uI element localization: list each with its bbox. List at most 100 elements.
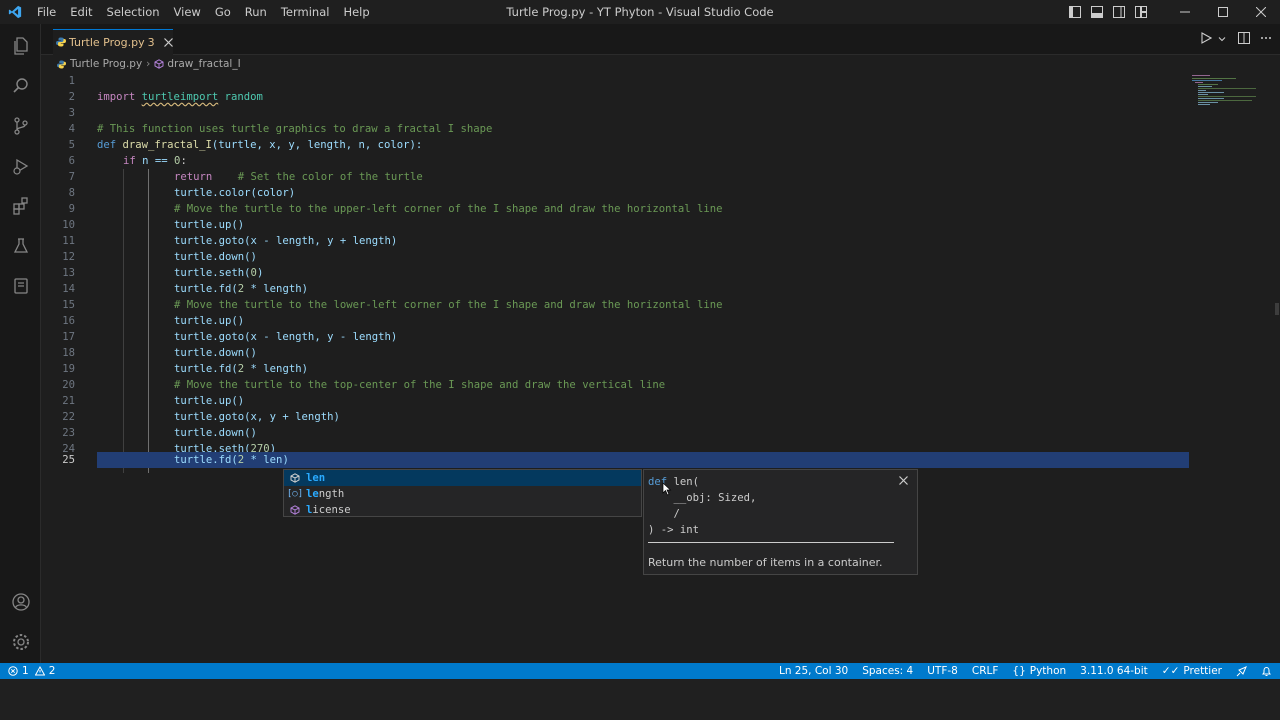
- chevron-right-icon: ›: [146, 58, 151, 70]
- cursor-position[interactable]: Ln 25, Col 30: [779, 665, 848, 677]
- breadcrumb-symbol[interactable]: draw_fractal_I: [167, 58, 240, 70]
- braces-icon: {}: [1012, 665, 1026, 677]
- tab-label: Turtle Prog.py: [69, 36, 145, 49]
- run-python-file-icon[interactable]: [1200, 31, 1213, 47]
- run-debug-icon[interactable]: [0, 146, 41, 186]
- title-bar: File Edit Selection View Go Run Terminal…: [0, 0, 1280, 24]
- code-line: 12 turtle.down(): [62, 251, 257, 263]
- code-line: 8 turtle.color(color): [68, 187, 296, 199]
- menu-selection[interactable]: Selection: [100, 0, 167, 24]
- code-line: 9 # Move the turtle to the upper-left cor…: [68, 203, 723, 215]
- doc-text: Return the number of items in a containe…: [648, 556, 883, 569]
- code-line: 14 turtle.fd(2 * length): [62, 283, 308, 295]
- function-symbol-icon: [289, 472, 301, 484]
- code-line: 5 def draw_fractal_I(turtle, x, y, length…: [68, 139, 423, 151]
- customize-layout-icon[interactable]: [1130, 0, 1152, 24]
- code-line-current: 25 turtle.fd(2 * len): [62, 454, 289, 466]
- prettier-status[interactable]: ✓✓ Prettier: [1162, 665, 1222, 677]
- source-control-icon[interactable]: [0, 106, 41, 146]
- warning-icon: [34, 666, 45, 676]
- menu-bar: File Edit Selection View Go Run Terminal…: [30, 0, 377, 24]
- suggest-details: def len( __obj: Sized, / ) -> int Return…: [643, 469, 918, 575]
- code-line: 22 turtle.goto(x, y + length): [62, 411, 340, 423]
- warning-count: 2: [48, 665, 56, 677]
- menu-view[interactable]: View: [167, 0, 208, 24]
- close-window-icon[interactable]: [1242, 0, 1280, 24]
- suggest-widget: len [○] le ngth l icense: [283, 469, 642, 517]
- code-line: 11 turtle.goto(x - length, y + length): [62, 235, 398, 247]
- chevron-down-icon[interactable]: [1218, 32, 1226, 46]
- remote-explorer-icon[interactable]: [0, 266, 41, 306]
- maximize-icon[interactable]: [1204, 0, 1242, 24]
- minimize-icon[interactable]: [1166, 0, 1204, 24]
- code-line: 6 if n == 0:: [68, 155, 187, 167]
- code-line: 13 turtle.seth(0): [62, 267, 264, 279]
- mouse-cursor-icon: [662, 482, 672, 499]
- testing-icon[interactable]: [0, 226, 41, 266]
- tab-turtle-prog[interactable]: Turtle Prog.py 3: [53, 29, 173, 55]
- taskbar-area: [0, 679, 1280, 720]
- menu-go[interactable]: Go: [208, 0, 238, 24]
- divider: [648, 542, 894, 543]
- code-line: 15 # Move the turtle to the lower-left co…: [62, 299, 723, 311]
- double-check-icon: ✓✓: [1161, 665, 1180, 677]
- python-file-icon: [56, 36, 66, 50]
- close-details-icon[interactable]: [899, 474, 911, 486]
- code-line: 19 turtle.fd(2 * length): [62, 363, 308, 375]
- code-line: 18 turtle.down(): [62, 347, 257, 359]
- code-line: 23 turtle.down(): [62, 427, 257, 439]
- extensions-icon[interactable]: [0, 186, 41, 226]
- toggle-primary-sidebar-icon[interactable]: [1064, 0, 1086, 24]
- breadcrumb-file[interactable]: Turtle Prog.py: [70, 58, 142, 70]
- error-icon: [8, 666, 18, 676]
- minimap[interactable]: [1192, 73, 1264, 133]
- search-icon[interactable]: [0, 66, 41, 106]
- editor-scrollbar[interactable]: [1272, 73, 1280, 663]
- accounts-icon[interactable]: [0, 582, 41, 622]
- class-symbol-icon: [289, 504, 301, 516]
- suggestion-item[interactable]: len: [284, 470, 641, 486]
- breadcrumb: Turtle Prog.py › draw_fractal_I: [41, 55, 1191, 73]
- tab-bar: Turtle Prog.py 3: [41, 24, 1280, 55]
- menu-help[interactable]: Help: [336, 0, 376, 24]
- problems-status[interactable]: 1 2: [0, 665, 55, 677]
- menu-edit[interactable]: Edit: [63, 0, 99, 24]
- code-line: 1: [68, 75, 75, 87]
- python-interpreter[interactable]: 3.11.0 64-bit: [1080, 665, 1148, 677]
- variable-symbol-icon: [○]: [286, 489, 304, 499]
- menu-run[interactable]: Run: [238, 0, 274, 24]
- menu-terminal[interactable]: Terminal: [274, 0, 337, 24]
- code-line: 4 # This function uses turtle graphics to…: [68, 123, 493, 135]
- code-line: 7 return # Set the color of the turtle: [68, 171, 423, 183]
- code-line: 3: [68, 107, 75, 119]
- status-bar: 1 2 Ln 25, Col 30 Spaces: 4 UTF-8 CRLF {…: [0, 663, 1280, 679]
- suggestion-item[interactable]: l icense: [284, 502, 641, 518]
- code-line: 21 turtle.up(): [62, 395, 245, 407]
- line-endings[interactable]: CRLF: [972, 665, 999, 677]
- code-line: 17 turtle.goto(x - length, y - length): [62, 331, 398, 343]
- language-mode[interactable]: {} Python: [1012, 665, 1066, 677]
- python-file-icon: [57, 59, 66, 69]
- split-editor-icon[interactable]: [1238, 31, 1250, 47]
- suggestion-item[interactable]: [○] le ngth: [284, 486, 641, 502]
- toggle-panel-icon[interactable]: [1086, 0, 1108, 24]
- function-symbol-icon: [154, 59, 164, 69]
- activity-bar: [0, 24, 41, 663]
- tab-problem-count: 3: [147, 36, 155, 49]
- code-line: 16 turtle.up(): [62, 315, 245, 327]
- explorer-icon[interactable]: [0, 26, 41, 66]
- code-line: 10 turtle.up(): [62, 219, 245, 231]
- indentation[interactable]: Spaces: 4: [862, 665, 913, 677]
- encoding[interactable]: UTF-8: [927, 665, 958, 677]
- close-tab-icon[interactable]: [163, 38, 173, 47]
- toggle-secondary-sidebar-icon[interactable]: [1108, 0, 1130, 24]
- vscode-logo-icon: [0, 0, 30, 24]
- more-actions-icon[interactable]: [1260, 32, 1272, 47]
- code-line: 20 # Move the turtle to the top-center of…: [62, 379, 666, 391]
- menu-file[interactable]: File: [30, 0, 63, 24]
- error-count: 1: [22, 665, 29, 677]
- code-line: 2 import turtleimport random: [68, 91, 263, 103]
- settings-gear-icon[interactable]: [0, 622, 41, 662]
- feedback-icon[interactable]: [1236, 665, 1247, 677]
- notifications-bell-icon[interactable]: [1261, 666, 1272, 677]
